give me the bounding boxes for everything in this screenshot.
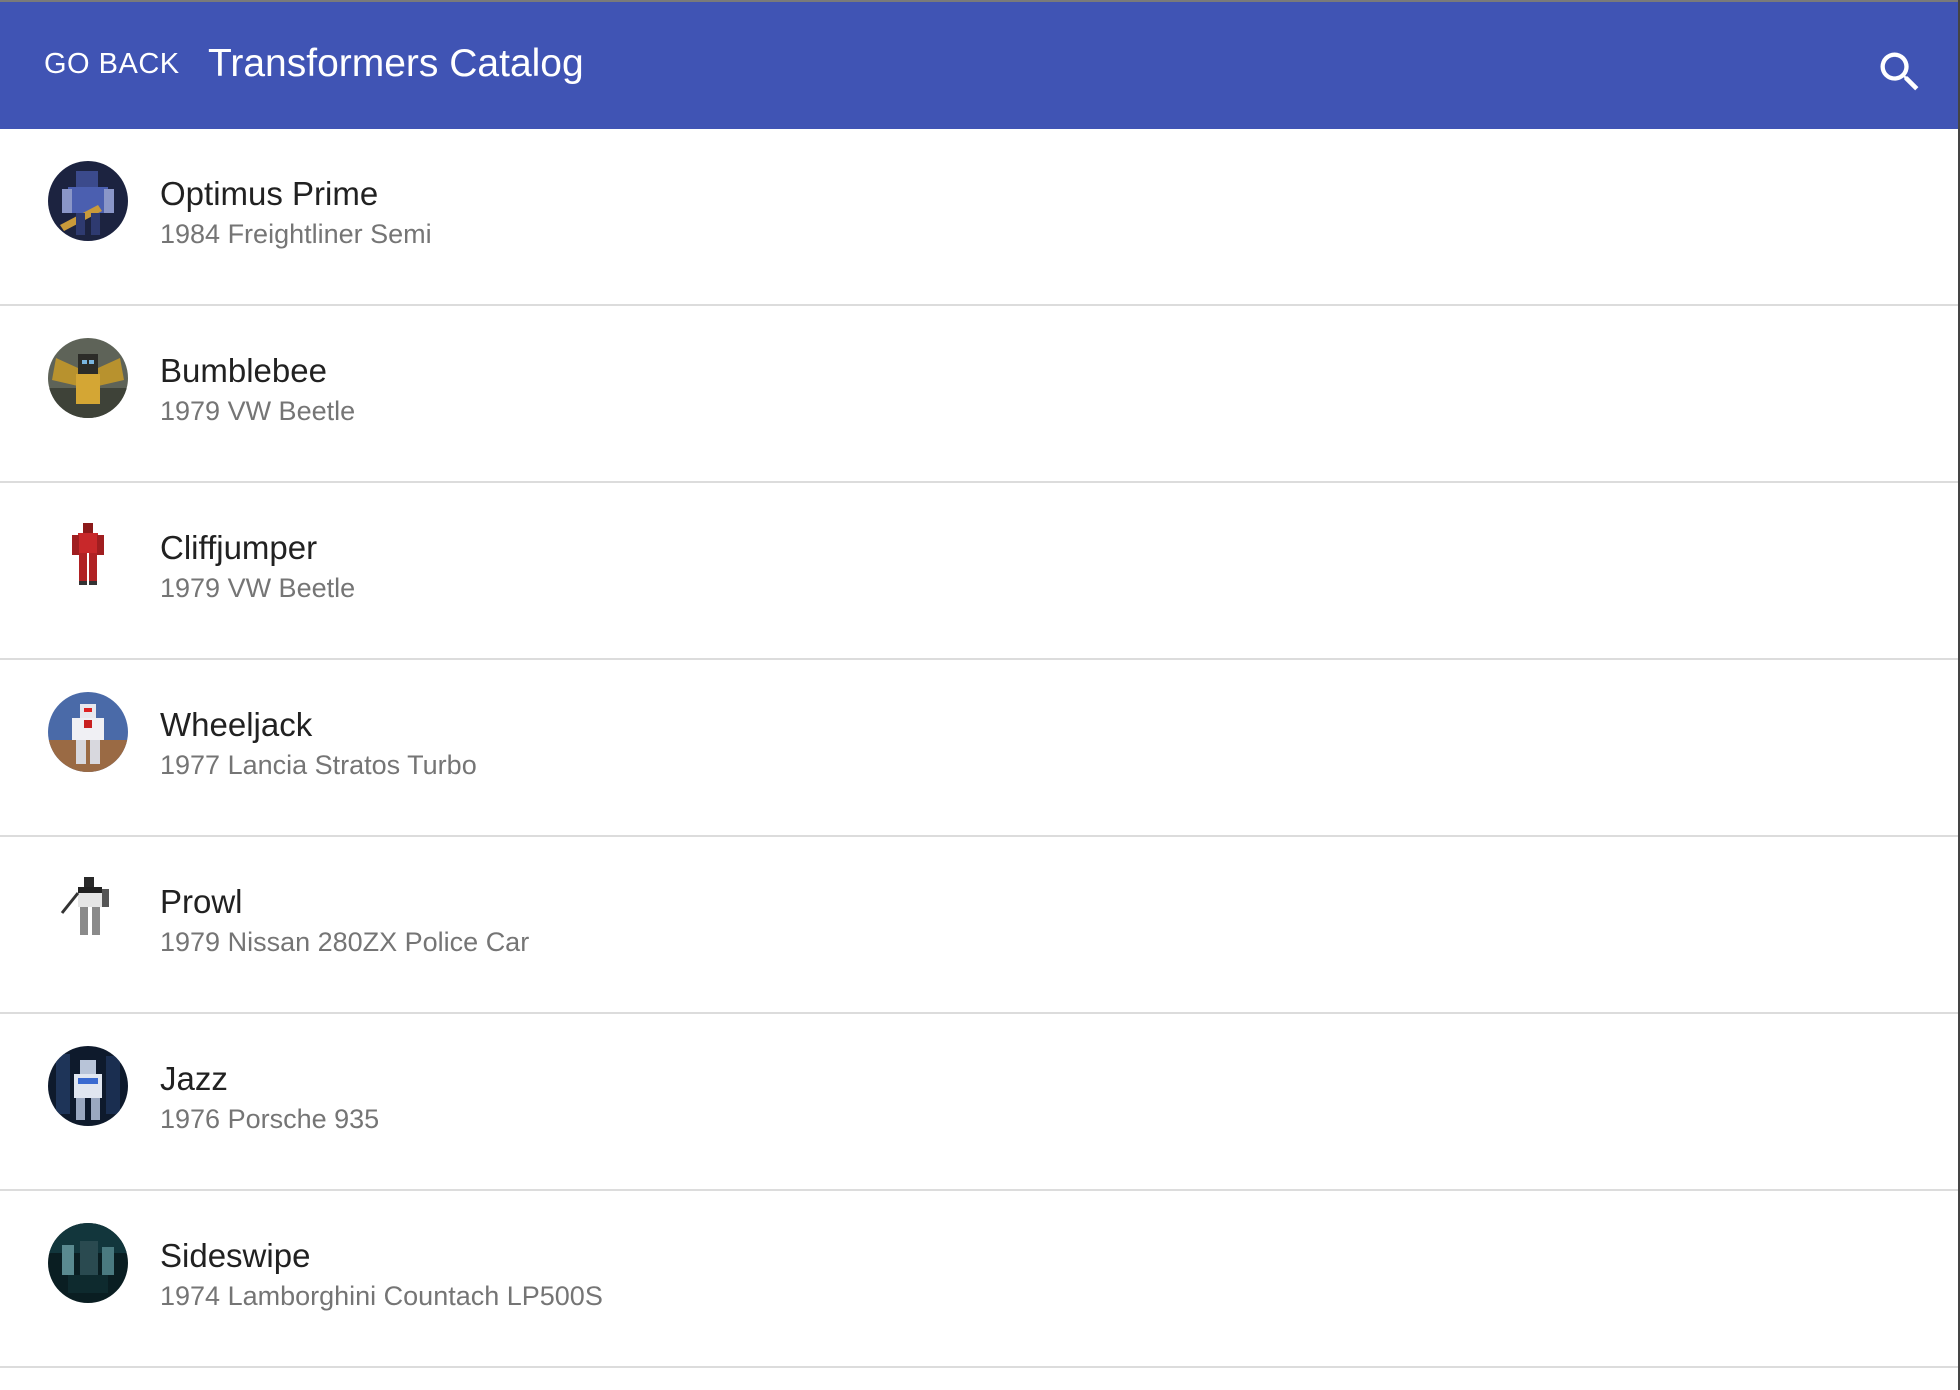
prowl-avatar (48, 869, 128, 949)
optimus-prime-avatar (48, 161, 128, 241)
item-vehicle: 1984 Freightliner Semi (160, 219, 432, 249)
search-button[interactable] (1874, 46, 1926, 98)
list-item[interactable]: Optimus Prime 1984 Freightliner Semi (0, 129, 1958, 306)
page-title: Transformers Catalog (208, 42, 584, 85)
item-name: Sideswipe (160, 1237, 311, 1274)
list-item[interactable]: Wheeljack 1977 Lancia Stratos Turbo (0, 660, 1958, 837)
item-vehicle: 1977 Lancia Stratos Turbo (160, 750, 477, 780)
item-vehicle: 1979 VW Beetle (160, 396, 356, 426)
item-vehicle: 1979 Nissan 280ZX Police Car (160, 927, 530, 957)
cliffjumper-avatar (48, 515, 128, 595)
list-item[interactable]: Sideswipe 1974 Lamborghini Countach LP50… (0, 1191, 1958, 1368)
item-name: Wheeljack (160, 706, 313, 743)
list-item[interactable]: Prowl 1979 Nissan 280ZX Police Car (0, 837, 1958, 1014)
list-item[interactable]: Bumblebee 1979 VW Beetle (0, 306, 1958, 483)
item-vehicle: 1974 Lamborghini Countach LP500S (160, 1281, 603, 1311)
item-name: Bumblebee (160, 352, 327, 389)
go-back-button[interactable]: GO BACK (44, 48, 180, 81)
item-name: Jazz (160, 1060, 228, 1097)
bumblebee-avatar (48, 338, 128, 418)
item-name: Optimus Prime (160, 175, 379, 212)
jazz-avatar (48, 1046, 128, 1126)
sideswipe-avatar (48, 1223, 128, 1303)
app-window: GO BACK Transformers Catalog Optimus Pri… (0, 0, 1960, 1390)
item-vehicle: 1976 Porsche 935 (160, 1104, 380, 1134)
item-name: Cliffjumper (160, 529, 318, 566)
transformer-list: Optimus Prime 1984 Freightliner Semi Bum… (0, 129, 1958, 1368)
item-vehicle: 1979 VW Beetle (160, 573, 356, 603)
search-icon (1880, 52, 1919, 91)
wheeljack-avatar (48, 692, 128, 772)
app-bar: GO BACK Transformers Catalog (0, 0, 1958, 129)
item-name: Prowl (160, 883, 243, 920)
list-item[interactable]: Cliffjumper 1979 VW Beetle (0, 483, 1958, 660)
list-item[interactable]: Jazz 1976 Porsche 935 (0, 1014, 1958, 1191)
